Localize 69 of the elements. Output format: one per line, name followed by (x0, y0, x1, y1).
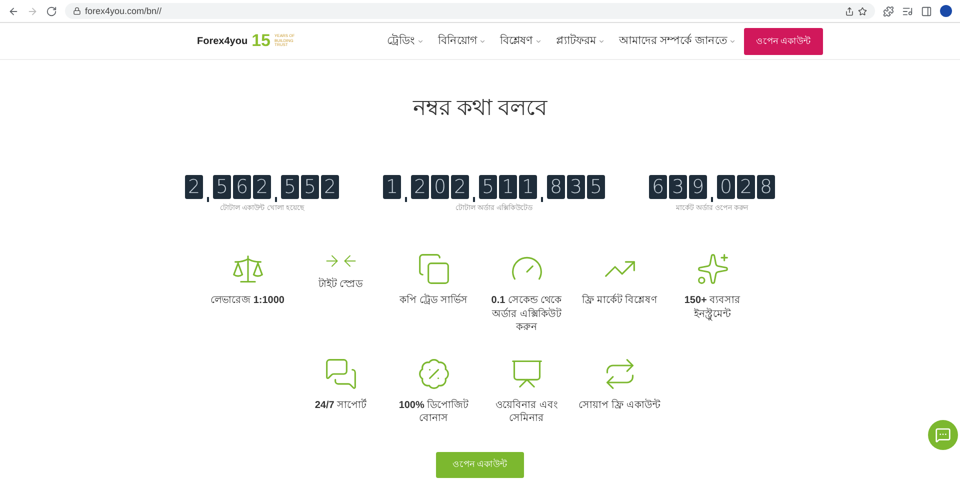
feature-text: কপি ট্রেড সার্ভিস (398, 294, 468, 308)
thousands-separator (405, 197, 407, 202)
back-icon[interactable] (8, 6, 19, 16)
digit-tile: 0 (717, 175, 735, 199)
thousands-separator (711, 197, 713, 202)
lock-icon (73, 7, 81, 15)
digit-tile: 1 (383, 175, 401, 199)
extension-icon[interactable] (883, 6, 894, 16)
open-account-button[interactable]: ওপেন একাউন্ট (744, 28, 823, 54)
digit-tile: 6 (649, 175, 667, 199)
cards-icon (416, 252, 450, 286)
star-icon[interactable] (858, 6, 867, 16)
digit-tile: 2 (451, 175, 469, 199)
feature-text: সোয়াপ ফ্রি একাউন্ট (578, 398, 662, 412)
digit-tile: 5 (479, 175, 497, 199)
digit-tile: 5 (213, 175, 231, 199)
section-title: নম্বর কথা বলবে (412, 94, 548, 122)
anniversary-number: 15 (252, 31, 270, 51)
feature-text: ফ্রি মার্কেট বিশ্লেষণ (580, 294, 658, 308)
thousands-separator (207, 197, 209, 202)
nav-item[interactable]: বিশ্লেষণ (500, 32, 542, 50)
feature-text: 150+ ব্যবসার ইনস্ট্রুমেন্ট (683, 294, 742, 321)
caret-icon (417, 38, 424, 44)
nav-item[interactable]: বিনিয়োগ (438, 32, 486, 50)
caret-icon (479, 38, 486, 44)
digit-tile: 0 (431, 175, 449, 199)
digit-tile: 8 (757, 175, 775, 199)
address-bar[interactable]: forex4you.com/bn// (65, 3, 875, 19)
brand-logo[interactable]: Forex4you (197, 36, 248, 46)
nav-item[interactable]: আমাদের সম্পর্কে জানতে (619, 32, 736, 50)
reload-icon[interactable] (46, 6, 57, 16)
playlist-icon[interactable] (902, 6, 913, 16)
digit-tile: 2 (411, 175, 429, 199)
digit-tile: 2 (185, 175, 203, 199)
feature-text: লেভারেজ 1:1000 (210, 294, 286, 308)
digit-tile: 6 (233, 175, 251, 199)
digit-tile: 5 (301, 175, 319, 199)
caret-icon (598, 38, 605, 44)
nav-item[interactable]: প্ল্যাটফরম (556, 32, 605, 50)
side-panel-icon[interactable] (921, 6, 932, 16)
thousands-separator (473, 197, 475, 202)
caret-icon (729, 38, 736, 44)
digit-tile: 5 (587, 175, 605, 199)
digit-tile: 3 (567, 175, 585, 199)
digit-tile: 2 (737, 175, 755, 199)
digit-tile: 3 (669, 175, 687, 199)
feature-text: 24/7 সাপোর্ট (314, 398, 368, 412)
nav-item[interactable]: ট্রেডিং (387, 32, 424, 50)
thousands-separator (541, 197, 543, 202)
digit-tile: 2 (253, 175, 271, 199)
chat-icon (324, 356, 358, 390)
digit-tile: 1 (499, 175, 517, 199)
digit-tile: 2 (321, 175, 339, 199)
url-text: forex4you.com/bn// (85, 6, 162, 16)
thousands-separator (275, 197, 277, 202)
percent-icon (416, 356, 450, 390)
feature-text: 0.1 সেকেন্ড থেকে অর্ডার এক্সিকিউট করুন (490, 294, 563, 334)
digit-tile: 1 (519, 175, 537, 199)
caret-icon (535, 38, 542, 44)
feature-text: ওয়েবিনার এবং সেমিনার (494, 398, 558, 426)
digit-tile: 9 (689, 175, 707, 199)
profile-avatar[interactable] (940, 5, 952, 17)
feature-text: টাইট স্প্রেড (317, 278, 364, 292)
digit-tile: 8 (547, 175, 565, 199)
sparkle-icon (696, 252, 730, 286)
chat-icon (935, 427, 951, 443)
feature-text: 100% ডিপোজিট বোনাস (398, 398, 470, 426)
share-icon[interactable] (845, 6, 854, 16)
digit-tile: 5 (281, 175, 299, 199)
